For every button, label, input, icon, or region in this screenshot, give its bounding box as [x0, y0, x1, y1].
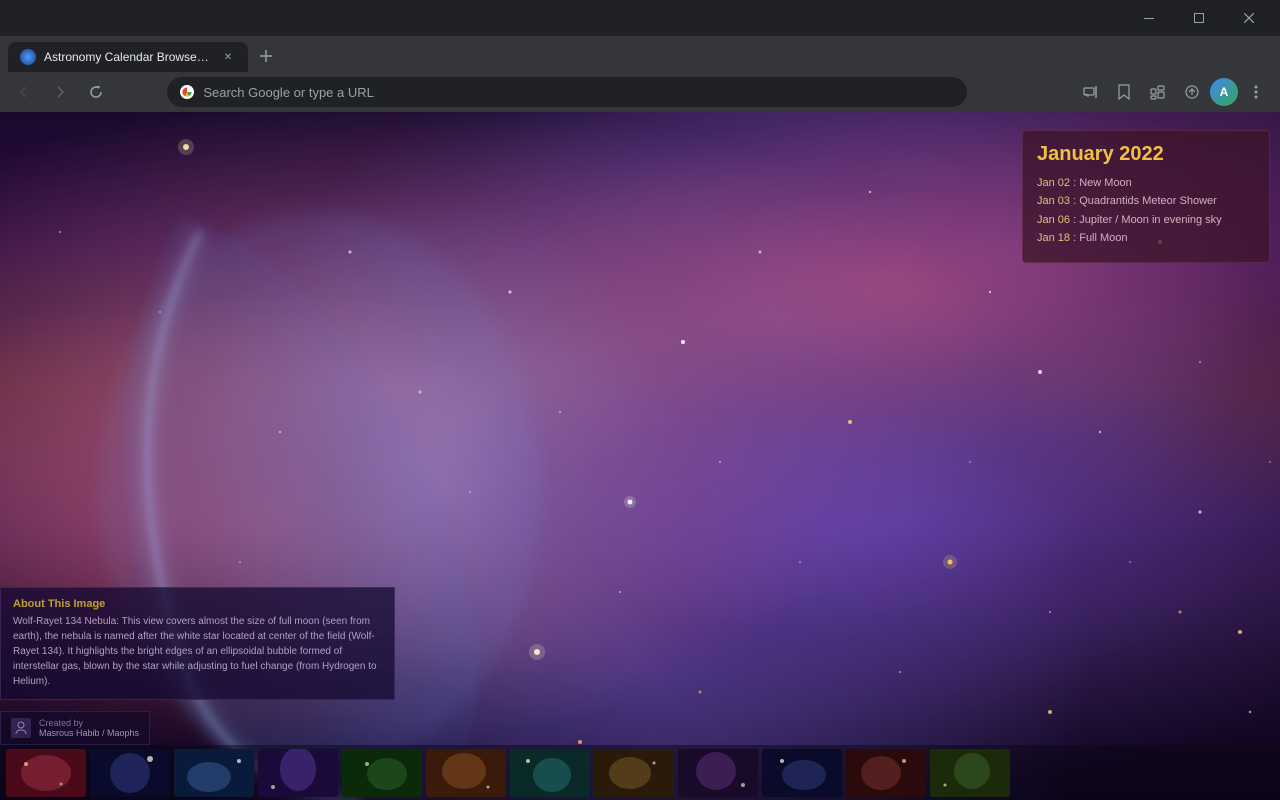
calendar-event-3: Jan 06 : Jupiter / Moon in evening sky: [1037, 213, 1255, 228]
address-bar[interactable]: Search Google or type a URL: [167, 77, 967, 107]
forward-button[interactable]: [44, 76, 76, 108]
profile-initial: A: [1220, 85, 1229, 99]
event-3-date: Jan 06: [1037, 214, 1070, 226]
thumbnail-1[interactable]: [6, 749, 86, 797]
creator-badge: Created by Masrous Habib / Maophs: [0, 711, 150, 745]
tab-bar: Astronomy Calendar Browser Ex... ✕: [0, 36, 1280, 72]
event-3-desc: Jupiter / Moon in evening sky: [1079, 214, 1221, 226]
browser-chrome: Astronomy Calendar Browser Ex... ✕: [0, 0, 1280, 112]
event-2-desc: Quadrantids Meteor Shower: [1079, 195, 1217, 207]
about-image-text: Wolf-Rayet 134 Nebula: This view covers …: [13, 614, 382, 689]
address-text: Search Google or type a URL: [203, 85, 955, 100]
reload-button[interactable]: [80, 76, 112, 108]
event-2-date: Jan 03: [1037, 195, 1070, 207]
calendar-event-2: Jan 03 : Quadrantids Meteor Shower: [1037, 194, 1255, 209]
calendar-month-year: January 2022: [1037, 143, 1255, 166]
event-1-date: Jan 02: [1037, 177, 1070, 189]
thumbnail-5[interactable]: [342, 749, 422, 797]
event-4-date: Jan 18: [1037, 232, 1070, 244]
about-image-title: About This Image: [13, 598, 382, 610]
profile-button[interactable]: A: [1210, 78, 1238, 106]
menu-button[interactable]: [1240, 76, 1272, 108]
tab-title: Astronomy Calendar Browser Ex...: [44, 50, 212, 64]
toolbar: Search Google or type a URL A: [0, 72, 1280, 112]
thumbnail-6[interactable]: [426, 749, 506, 797]
close-button[interactable]: [1226, 2, 1272, 34]
extensions-button[interactable]: [1142, 76, 1174, 108]
event-4-desc: Full Moon: [1079, 232, 1127, 244]
calendar-widget: January 2022 Jan 02 : New Moon Jan 03 : …: [1022, 130, 1270, 263]
sync-button[interactable]: [1176, 76, 1208, 108]
calendar-event-4: Jan 18 : Full Moon: [1037, 231, 1255, 246]
thumbnail-9[interactable]: [678, 749, 758, 797]
thumbnail-8[interactable]: [594, 749, 674, 797]
thumbnail-10[interactable]: [762, 749, 842, 797]
thumbnail-12[interactable]: [930, 749, 1010, 797]
thumbnail-11[interactable]: [846, 749, 926, 797]
title-bar: [0, 0, 1280, 36]
thumbnail-4[interactable]: [258, 749, 338, 797]
thumbnail-7[interactable]: [510, 749, 590, 797]
active-tab[interactable]: Astronomy Calendar Browser Ex... ✕: [8, 42, 248, 72]
back-button[interactable]: [8, 76, 40, 108]
about-image-box: About This Image Wolf-Rayet 134 Nebula: …: [0, 587, 395, 700]
event-1-desc: New Moon: [1079, 177, 1132, 189]
thumbnail-2[interactable]: [90, 749, 170, 797]
page-content: January 2022 Jan 02 : New Moon Jan 03 : …: [0, 112, 1280, 800]
window-controls: [1126, 2, 1272, 34]
calendar-event-1: Jan 02 : New Moon: [1037, 176, 1255, 191]
minimize-button[interactable]: [1126, 2, 1172, 34]
google-favicon-icon: [179, 84, 195, 100]
maximize-button[interactable]: [1176, 2, 1222, 34]
new-tab-button[interactable]: [252, 42, 280, 70]
toolbar-right: A: [1074, 76, 1272, 108]
tab-close-button[interactable]: ✕: [220, 49, 236, 65]
creator-text: Created by Masrous Habib / Maophs: [39, 718, 139, 738]
cast-button[interactable]: [1074, 76, 1106, 108]
tab-favicon-icon: [20, 49, 36, 65]
thumbnails-strip: [0, 745, 1280, 800]
bookmark-button[interactable]: [1108, 76, 1140, 108]
creator-icon: [11, 718, 31, 738]
thumbnail-3[interactable]: [174, 749, 254, 797]
